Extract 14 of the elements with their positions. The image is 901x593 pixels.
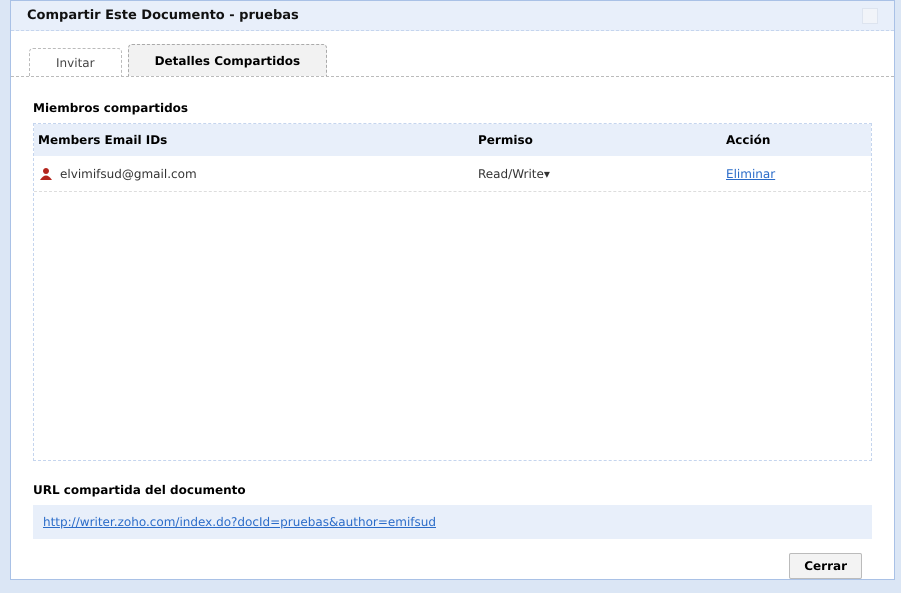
tab[interactable]: Detalles Compartidos [128,44,328,76]
section-heading: Miembros compartidos [33,100,190,117]
column-header: Members Email IDs [38,132,168,149]
tab[interactable]: Invitar [29,48,122,76]
url-label: URL compartida del documento [33,482,247,499]
email-text: elvimifsud@gmail.com [60,166,197,182]
close-dialog-button[interactable]: Cerrar [789,553,862,579]
permission-dropdown[interactable]: Read/Write▾ [478,164,550,182]
window-title: Compartir Este Documento - pruebas [27,6,299,25]
url-link[interactable]: http://writer.zoho.com/index.do?docId=pruebas&author=emifsud [43,513,436,531]
column-header: Acción [726,132,770,149]
column-header: Permiso [478,132,534,149]
user-icon [40,167,52,180]
remove-link[interactable]: Eliminar [726,164,776,182]
